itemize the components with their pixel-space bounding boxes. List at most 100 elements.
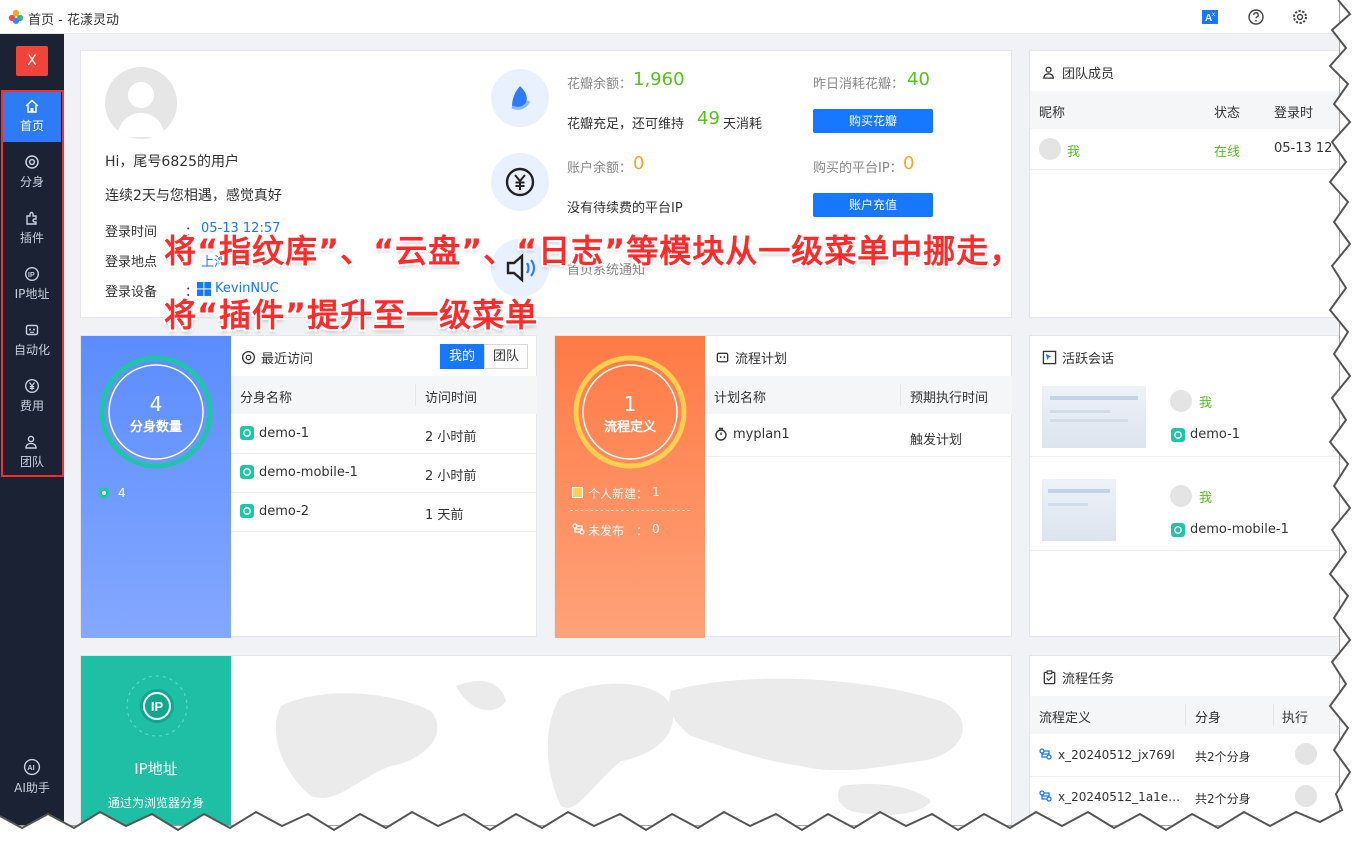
flow-count: 1: [623, 392, 637, 416]
tab-team[interactable]: 团队: [484, 344, 528, 369]
avatar: [1039, 138, 1061, 160]
timer-icon: [715, 427, 727, 441]
ai-assistant-button[interactable]: AI AI助手: [3, 754, 61, 802]
table-row[interactable]: myplan1 触发计划: [705, 414, 1012, 456]
table-row[interactable]: demo-1 2 小时前: [231, 414, 537, 453]
petal-icon: [491, 69, 549, 127]
unpublished-value: 0: [652, 522, 660, 536]
annotation-line-2: 将“插件”提升至一级菜单: [164, 296, 539, 334]
profiles-count-label: 分身数量: [129, 420, 182, 435]
flow-icon: [1039, 790, 1052, 802]
col-exec: 执行: [1282, 711, 1309, 726]
profile-name: demo-mobile-1: [259, 465, 358, 480]
platform-ip-value: 0: [903, 153, 915, 174]
active-sessions-panel: 活跃会话 我 demo-1 我 demo-mobile-1: [1029, 335, 1339, 637]
table-row[interactable]: x_20240512_1a1e… 共2个分身: [1030, 776, 1339, 818]
personal-legend-icon: [572, 487, 583, 498]
session-item[interactable]: 我 demo-1: [1030, 376, 1339, 456]
table-row[interactable]: 我 在线 05-13 12: [1030, 129, 1339, 169]
team-members-title: 团队成员: [1042, 63, 1114, 82]
table-row[interactable]: demo-2 1 天前: [231, 492, 537, 531]
account-label: 账户余额：: [567, 161, 633, 176]
recent-table-header: 分身名称 访问时间: [231, 376, 537, 414]
profile-name: demo-2: [259, 504, 310, 519]
yesterday-label: 昨日消耗花瓣：: [813, 77, 905, 92]
greeting-text: Hi，尾号6825的用户: [105, 154, 240, 170]
member-login: 05-13 12: [1274, 141, 1333, 156]
team-icon: [1043, 66, 1054, 79]
session-thumbnail: [1042, 386, 1146, 448]
svg-text:x: x: [1212, 12, 1215, 18]
petal-note-post: 天消耗: [723, 117, 763, 132]
close-button[interactable]: X: [16, 46, 48, 76]
profile-icon: [1171, 428, 1185, 442]
flow-small-icon: [572, 523, 585, 535]
col-nickname: 昵称: [1039, 106, 1066, 121]
session-user: 我: [1199, 491, 1213, 506]
petal-label: 花瓣余额：: [567, 77, 633, 92]
user-avatar[interactable]: [105, 67, 177, 139]
buy-petals-button[interactable]: 购买花瓣: [813, 109, 933, 133]
browser-icon: [241, 350, 256, 365]
col-profile-name: 分身名称: [240, 391, 293, 406]
col-login: 登录时: [1274, 106, 1314, 121]
personal-value: 1: [652, 485, 660, 499]
member-status: 在线: [1214, 145, 1241, 160]
session-profile: demo-1: [1190, 427, 1241, 442]
menu-highlight-box: [1, 90, 64, 477]
ai-assistant-label: AI助手: [14, 781, 50, 795]
translate-icon[interactable]: A x: [1201, 8, 1219, 26]
login-device-label: 登录设备: [105, 285, 158, 300]
world-map: [275, 678, 963, 815]
table-row[interactable]: demo-mobile-1 2 小时前: [231, 453, 537, 492]
profile-icon: [240, 426, 254, 440]
unpublished-label: 未发布: [588, 524, 625, 538]
ip-subtitle: 通过为浏览器分身: [107, 796, 204, 810]
flow-card: 1 流程定义 个人新建： 1 未发布 ： 0 流程计划 计划名称 预期执行时间 …: [554, 335, 1012, 638]
ip-icon-text: IP: [151, 699, 164, 714]
ip-card: IP IP地址 通过为浏览器分身: [80, 655, 1012, 825]
tasks-table-header: 流程定义 分身 执行: [1030, 696, 1339, 734]
app-window: 首页 - 花漾灵动 A x X 首页 分身 插件 IP IP地址 自动化 费用 …: [0, 0, 1340, 826]
recharge-button[interactable]: 账户充值: [813, 193, 933, 217]
col-expected-time: 预期执行时间: [910, 391, 989, 406]
avatar: [1170, 390, 1192, 412]
profiles-footer-count: 4: [118, 486, 126, 500]
flow-summary: 1 流程定义 个人新建： 1 未发布 ： 0: [555, 336, 705, 638]
col-status: 状态: [1214, 106, 1241, 121]
yesterday-value: 40: [907, 69, 930, 90]
task-profile: 共2个分身: [1195, 750, 1251, 764]
ip-large-icon: IP: [126, 675, 188, 737]
ip-summary: IP IP地址 通过为浏览器分身: [81, 656, 231, 825]
ai-icon-text: AI: [27, 763, 35, 772]
renew-note: 没有待续费的平台IP: [567, 201, 683, 216]
profile-name: demo-1: [259, 426, 310, 441]
days-text: 连续2天与您相遇，感觉真好: [105, 188, 282, 204]
profile-small-icon: [98, 487, 110, 499]
session-item[interactable]: 我 demo-mobile-1: [1030, 471, 1339, 551]
team-table-header: 昵称 状态 登录时: [1030, 91, 1339, 129]
login-time-label: 登录时间: [105, 225, 158, 240]
profiles-card: 4 分身数量 4 最近访问 我的 团队 分身名称 访问时间 demo-1 2 小…: [80, 335, 537, 638]
help-icon[interactable]: [1247, 8, 1265, 26]
avatar: [1170, 485, 1192, 507]
col-flow-def: 流程定义: [1039, 711, 1092, 726]
avatar: [1295, 785, 1317, 807]
plan-time: 触发计划: [910, 433, 963, 448]
task-def: x_20240512_jx769l: [1058, 748, 1175, 762]
personal-label: 个人新建：: [588, 487, 649, 501]
task-def: x_20240512_1a1e…: [1058, 790, 1181, 804]
account-value: 0: [633, 153, 645, 174]
visit-time: 2 小时前: [425, 430, 477, 445]
col-profile: 分身: [1195, 711, 1222, 726]
session-profile: demo-mobile-1: [1190, 522, 1289, 537]
settings-gear-icon[interactable]: [1291, 8, 1309, 26]
tab-mine[interactable]: 我的: [440, 344, 484, 369]
profiles-summary: 4 分身数量 4: [81, 336, 231, 638]
account-balance-icon: [491, 153, 549, 211]
petal-days: 49: [697, 108, 720, 129]
window-title: 首页 - 花漾灵动: [28, 13, 119, 28]
annotation-line-1: 将“指纹库”、“云盘”、“日志”等模块从一级菜单中挪走，: [164, 232, 1023, 270]
profile-icon: [240, 465, 254, 479]
table-row[interactable]: x_20240512_jx769l 共2个分身: [1030, 734, 1339, 776]
